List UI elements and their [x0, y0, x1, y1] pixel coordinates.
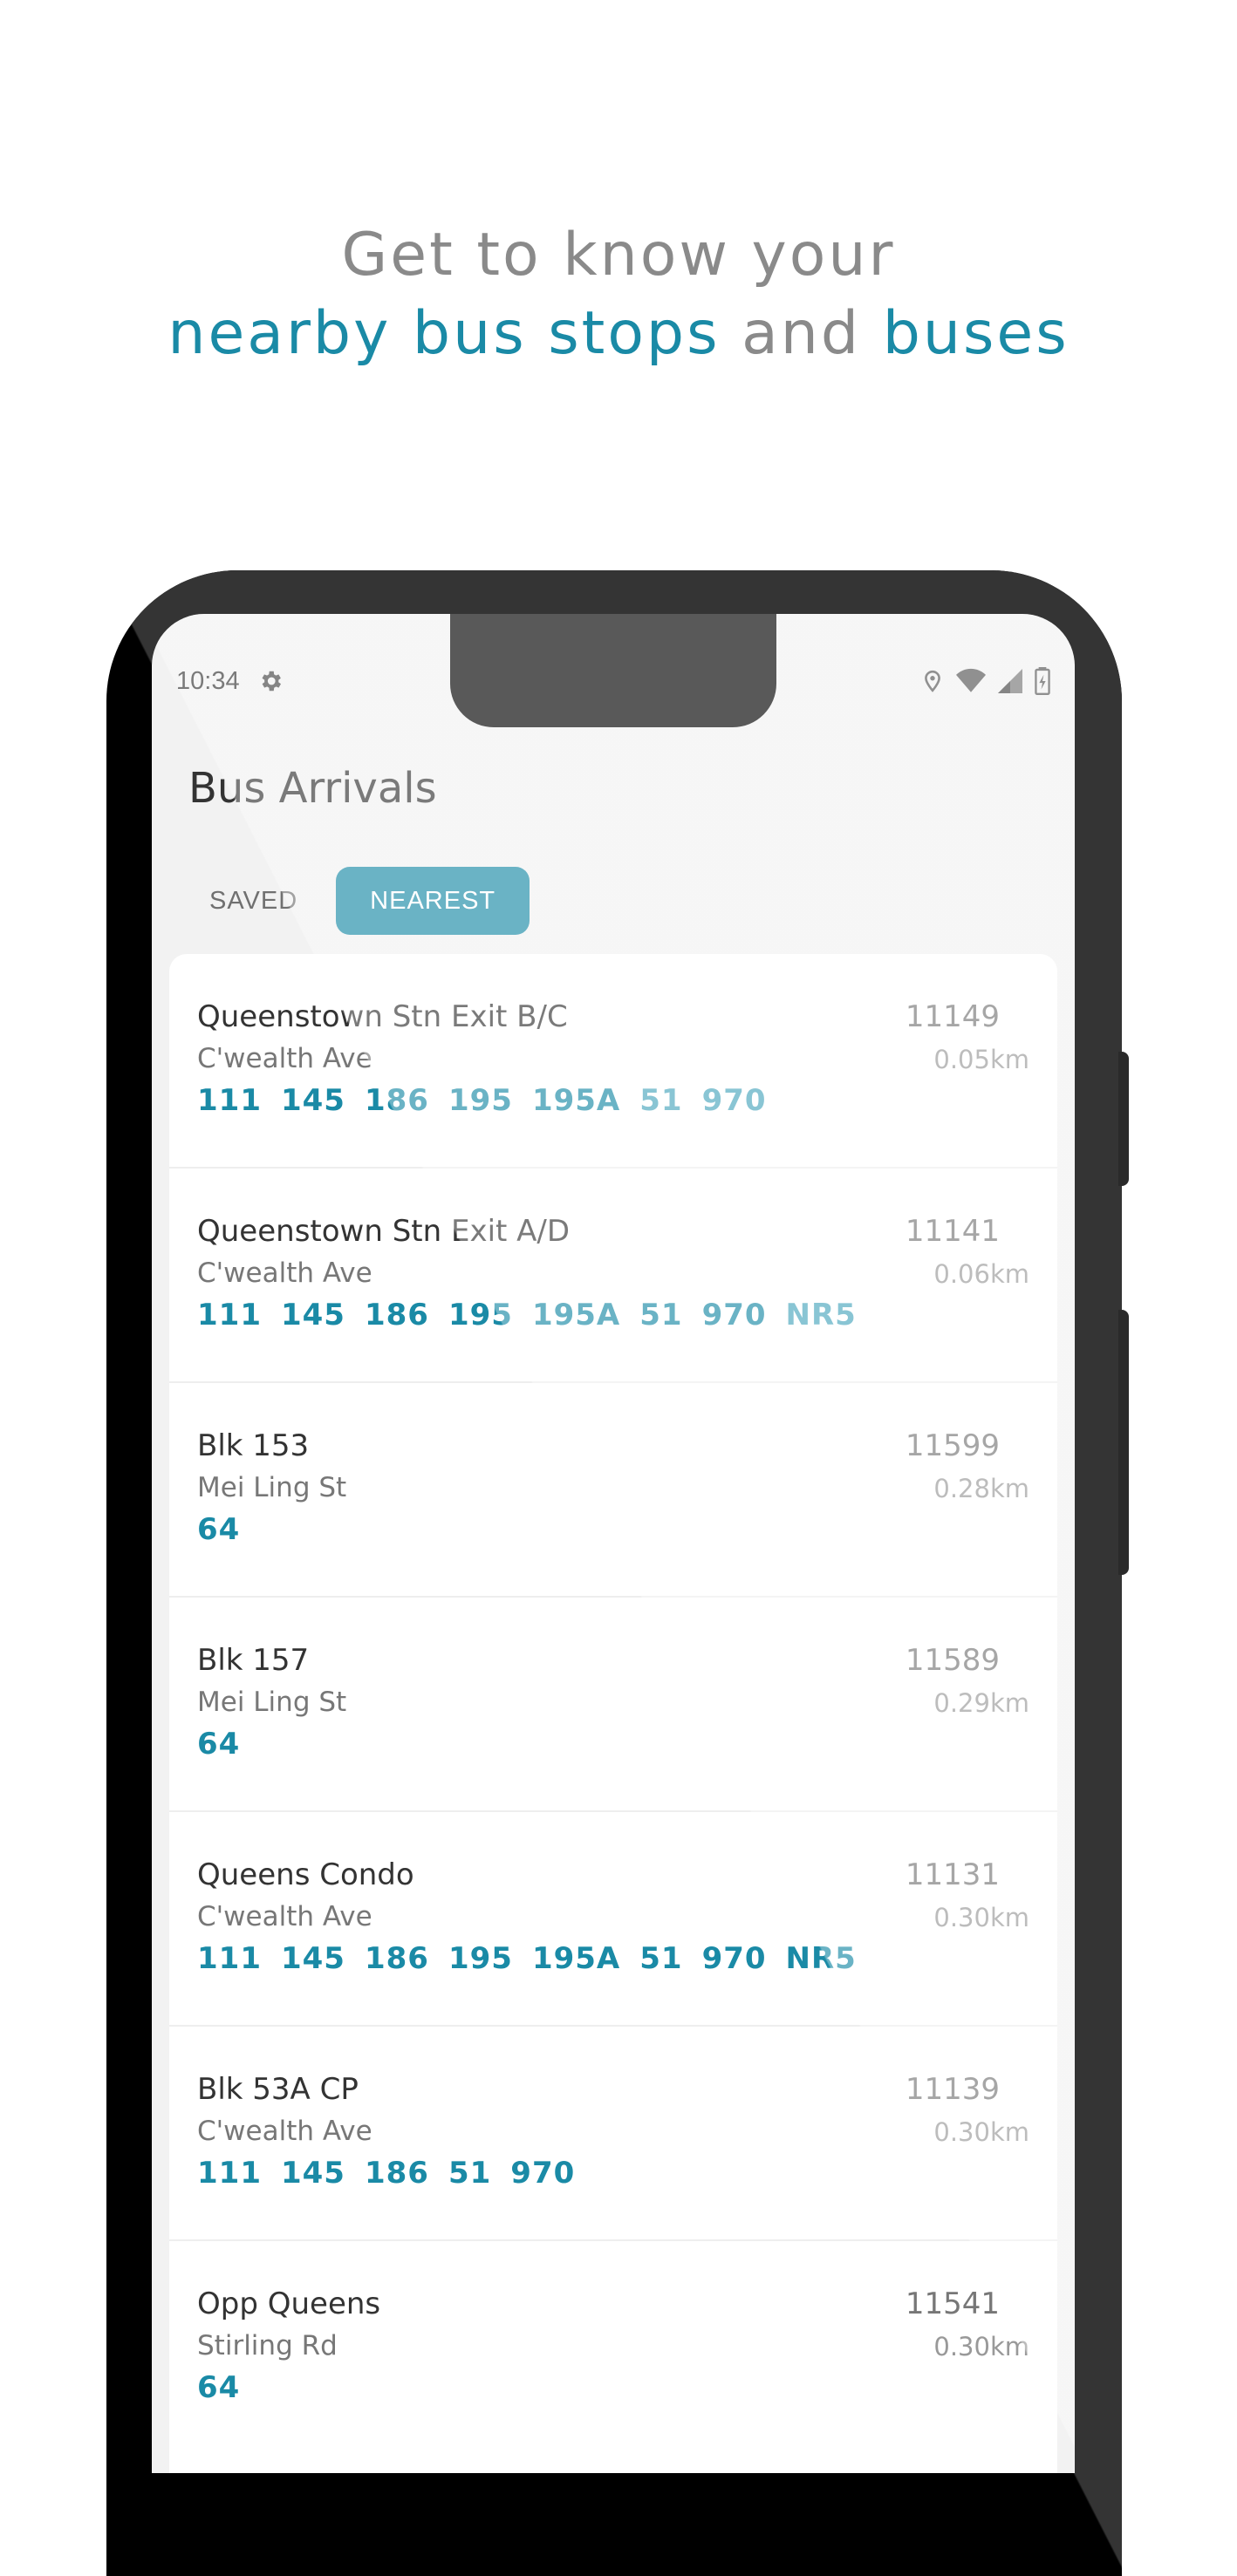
- bus-service: 186: [364, 1941, 429, 1976]
- tab-bar: SAVED NEAREST: [188, 867, 530, 935]
- phone-side-button-bottom: [1118, 1310, 1129, 1575]
- stop-name: Opp Queens: [197, 2286, 381, 2321]
- stop-road: Mei Ling St: [197, 1472, 347, 1503]
- battery-icon: [1035, 667, 1050, 695]
- bus-service: 64: [197, 1512, 241, 1547]
- stop-distance: 0.28km: [933, 1474, 1029, 1503]
- headline-connector: and: [742, 299, 862, 368]
- stop-road: C'wealth Ave: [197, 1257, 372, 1289]
- stop-code: 11599: [905, 1428, 1000, 1463]
- headline-line2: nearby bus stops and buses: [0, 295, 1237, 373]
- bus-stop-row[interactable]: Queens Condo C'wealth Ave 11131 0.30km 1…: [169, 1812, 1057, 2027]
- signal-icon: [998, 669, 1022, 693]
- bus-service: 970: [701, 1083, 767, 1118]
- bus-service: 51: [639, 1083, 683, 1118]
- bus-service-list: 111 145 186 195 195A 51 970 NR5: [197, 1298, 857, 1332]
- bus-service: NR5: [785, 1298, 857, 1332]
- bus-service: 111: [197, 1083, 262, 1118]
- bus-service: 145: [280, 2156, 345, 2191]
- tab-saved[interactable]: SAVED: [188, 867, 318, 935]
- stop-code: 11131: [905, 1857, 1000, 1892]
- bus-service: 64: [197, 1727, 241, 1762]
- bus-service: 195: [448, 1298, 513, 1332]
- stop-name: Queenstown Stn Exit A/D: [197, 1214, 571, 1249]
- headline-accent-1: nearby bus stops: [167, 299, 721, 368]
- bus-service: 145: [280, 1083, 345, 1118]
- bus-stop-row[interactable]: Blk 157 Mei Ling St 11589 0.29km 64: [169, 1598, 1057, 1812]
- bus-service: 64: [197, 2370, 241, 2405]
- bus-service: NR5: [785, 1941, 857, 1976]
- bus-service: 195A: [531, 1941, 621, 1976]
- stop-code: 11589: [905, 1643, 1000, 1678]
- stop-code: 11141: [905, 1214, 1000, 1249]
- tab-nearest[interactable]: NEAREST: [336, 867, 530, 935]
- bus-stop-row[interactable]: Queenstown Stn Exit A/D C'wealth Ave 111…: [169, 1169, 1057, 1383]
- bus-service: 970: [701, 1941, 767, 1976]
- stop-distance: 0.30km: [933, 2117, 1029, 2147]
- bus-service-list: 111 145 186 51 970: [197, 2156, 575, 2191]
- stop-distance: 0.30km: [933, 1903, 1029, 1932]
- page-title: Bus Arrivals: [188, 764, 437, 813]
- bus-stop-row[interactable]: Blk 153 Mei Ling St 11599 0.28km 64: [169, 1383, 1057, 1598]
- stop-code: 11541: [905, 2286, 1000, 2321]
- stop-name: Queens Condo: [197, 1857, 414, 1892]
- stop-distance: 0.05km: [933, 1045, 1029, 1074]
- bus-service: 195: [448, 1941, 513, 1976]
- stop-road: C'wealth Ave: [197, 2116, 372, 2147]
- stop-name: Blk 153: [197, 1428, 310, 1463]
- bus-service-list: 64: [197, 1727, 240, 1762]
- bus-service: 186: [364, 1298, 429, 1332]
- headline-line1: Get to know your: [341, 221, 896, 290]
- headline-accent-2: buses: [882, 299, 1070, 368]
- bus-service: 111: [197, 2156, 262, 2191]
- bus-stop-list: Queenstown Stn Exit B/C C'wealth Ave 111…: [169, 954, 1057, 2473]
- phone-side-button-top: [1118, 1052, 1129, 1186]
- bus-service: 111: [197, 1941, 262, 1976]
- bus-stop-row[interactable]: Queenstown Stn Exit B/C C'wealth Ave 111…: [169, 954, 1057, 1169]
- bus-service: 186: [364, 1083, 429, 1118]
- stop-code: 11139: [905, 2072, 1000, 2107]
- bus-service: 145: [280, 1298, 345, 1332]
- status-time: 10:34: [176, 666, 240, 695]
- bus-service-list: 111 145 186 195 195A 51 970: [197, 1083, 767, 1118]
- stop-road: Mei Ling St: [197, 1687, 347, 1718]
- bus-service-list: 111 145 186 195 195A 51 970 NR5: [197, 1941, 857, 1976]
- phone-screen: 10:34 Bus Arrivals SAVED NEAREST Queenst…: [152, 614, 1075, 2473]
- bus-service: 51: [448, 2156, 492, 2191]
- stop-name: Blk 157: [197, 1643, 310, 1678]
- bus-service: 195A: [531, 1083, 621, 1118]
- wifi-icon: [956, 668, 986, 694]
- stop-distance: 0.29km: [933, 1688, 1029, 1718]
- bus-service: 970: [510, 2156, 576, 2191]
- bus-service: 186: [364, 2156, 429, 2191]
- stop-road: C'wealth Ave: [197, 1043, 372, 1074]
- bus-service: 970: [701, 1298, 767, 1332]
- gear-icon: [257, 668, 284, 694]
- bus-service-list: 64: [197, 2370, 240, 2405]
- bus-service: 51: [639, 1941, 683, 1976]
- bus-service: 51: [639, 1298, 683, 1332]
- stop-name: Queenstown Stn Exit B/C: [197, 999, 568, 1034]
- stop-road: C'wealth Ave: [197, 1901, 372, 1932]
- marketing-headline: Get to know your nearby bus stops and bu…: [0, 216, 1237, 373]
- stop-distance: 0.30km: [933, 2332, 1029, 2361]
- bus-service: 145: [280, 1941, 345, 1976]
- status-bar: 10:34: [176, 659, 1050, 703]
- stop-road: Stirling Rd: [197, 2330, 338, 2361]
- bus-service-list: 64: [197, 1512, 240, 1547]
- bus-service: 195A: [531, 1298, 621, 1332]
- stop-name: Blk 53A CP: [197, 2072, 359, 2107]
- location-icon: [921, 668, 944, 694]
- stop-distance: 0.06km: [933, 1259, 1029, 1289]
- bus-stop-row[interactable]: Blk 53A CP C'wealth Ave 11139 0.30km 111…: [169, 2027, 1057, 2241]
- bus-stop-row[interactable]: Opp Queens Stirling Rd 11541 0.30km 64: [169, 2241, 1057, 2454]
- bus-service: 111: [197, 1298, 262, 1332]
- stop-code: 11149: [905, 999, 1000, 1034]
- bus-service: 195: [448, 1083, 513, 1118]
